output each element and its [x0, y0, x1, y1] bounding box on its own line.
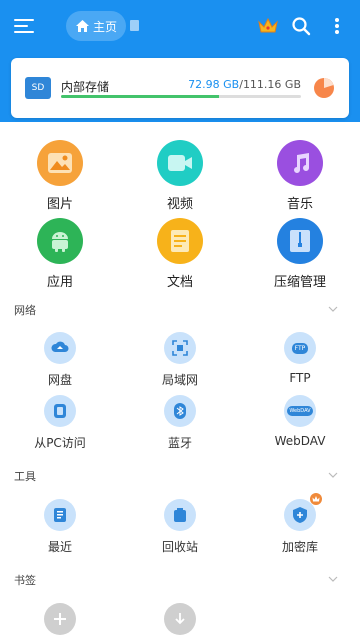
archive-icon	[277, 218, 323, 264]
document-breadcrumb-icon[interactable]	[130, 20, 139, 31]
storage-progress-bar	[61, 95, 301, 98]
network-label: 从PC访问	[34, 436, 86, 450]
tool-encrypted-vault[interactable]: 加密库	[250, 493, 350, 555]
document-icon	[157, 218, 203, 264]
tool-label: 最近	[47, 540, 72, 554]
category-archives[interactable]: 压缩管理	[250, 218, 350, 290]
more-options-icon[interactable]	[330, 16, 344, 36]
network-label: 局域网	[161, 373, 198, 387]
ftp-icon: FTP	[284, 332, 316, 364]
home-tab[interactable]: 主页	[66, 11, 126, 41]
category-label: 音乐	[286, 197, 313, 212]
network-label: 蓝牙	[167, 436, 192, 450]
section-title-network: 网络	[14, 304, 36, 317]
music-icon	[277, 140, 323, 186]
chevron-down-icon[interactable]	[328, 472, 338, 478]
internal-storage-card[interactable]: SD 内部存储 72.98 GB/111.16 GB	[11, 58, 349, 118]
crown-icon[interactable]	[257, 17, 279, 35]
section-title-bookmarks: 书签	[14, 574, 36, 587]
category-label: 压缩管理	[273, 275, 326, 290]
video-icon	[157, 140, 203, 186]
category-apps[interactable]: 应用	[10, 218, 110, 290]
bookmark-download[interactable]	[130, 603, 230, 635]
android-icon	[37, 218, 83, 264]
menu-icon[interactable]	[14, 16, 36, 36]
network-label: 网盘	[47, 373, 72, 387]
lan-icon	[164, 332, 196, 364]
sd-card-icon: SD	[25, 77, 51, 99]
chevron-down-icon[interactable]	[328, 306, 338, 312]
add-icon	[44, 603, 76, 635]
category-music[interactable]: 音乐	[250, 140, 350, 212]
tool-label: 回收站	[161, 540, 198, 554]
home-icon	[76, 20, 89, 32]
pc-access-icon	[44, 395, 76, 427]
storage-name: 内部存储	[61, 80, 110, 94]
encrypted-vault-icon	[284, 493, 322, 531]
category-videos[interactable]: 视频	[130, 140, 230, 212]
tool-label: 加密库	[281, 540, 318, 554]
bookmark-add[interactable]	[10, 603, 110, 635]
premium-crown-badge-icon	[310, 493, 322, 505]
webdav-icon: WebDAV	[284, 395, 316, 427]
network-cloud-drive[interactable]: 网盘	[10, 332, 110, 388]
network-lan[interactable]: 局域网	[130, 332, 230, 388]
tool-recycle-bin[interactable]: 回收站	[130, 499, 230, 555]
network-ftp[interactable]: FTP FTP	[250, 332, 350, 385]
image-icon	[37, 140, 83, 186]
network-label: WebDAV	[274, 434, 326, 448]
recent-icon	[44, 499, 76, 531]
section-title-tools: 工具	[14, 470, 36, 483]
category-images[interactable]: 图片	[10, 140, 110, 212]
recycle-bin-icon	[164, 499, 196, 531]
category-label: 视频	[166, 197, 193, 212]
storage-analysis-icon[interactable]	[313, 77, 335, 99]
download-icon	[164, 603, 196, 635]
network-bluetooth[interactable]: 蓝牙	[130, 395, 230, 451]
bluetooth-icon	[164, 395, 196, 427]
cloud-drive-icon	[44, 332, 76, 364]
storage-usage-text: 72.98 GB/111.16 GB	[188, 78, 301, 91]
network-pc-access[interactable]: 从PC访问	[10, 395, 110, 451]
network-webdav[interactable]: WebDAV WebDAV	[250, 395, 350, 448]
network-label: FTP	[289, 371, 311, 385]
category-label: 应用	[46, 275, 73, 290]
category-documents[interactable]: 文档	[130, 218, 230, 290]
search-icon[interactable]	[291, 16, 311, 36]
tool-recent[interactable]: 最近	[10, 499, 110, 555]
chevron-down-icon[interactable]	[328, 576, 338, 582]
category-label: 图片	[46, 197, 73, 212]
home-tab-label: 主页	[93, 19, 118, 34]
category-label: 文档	[166, 275, 193, 290]
